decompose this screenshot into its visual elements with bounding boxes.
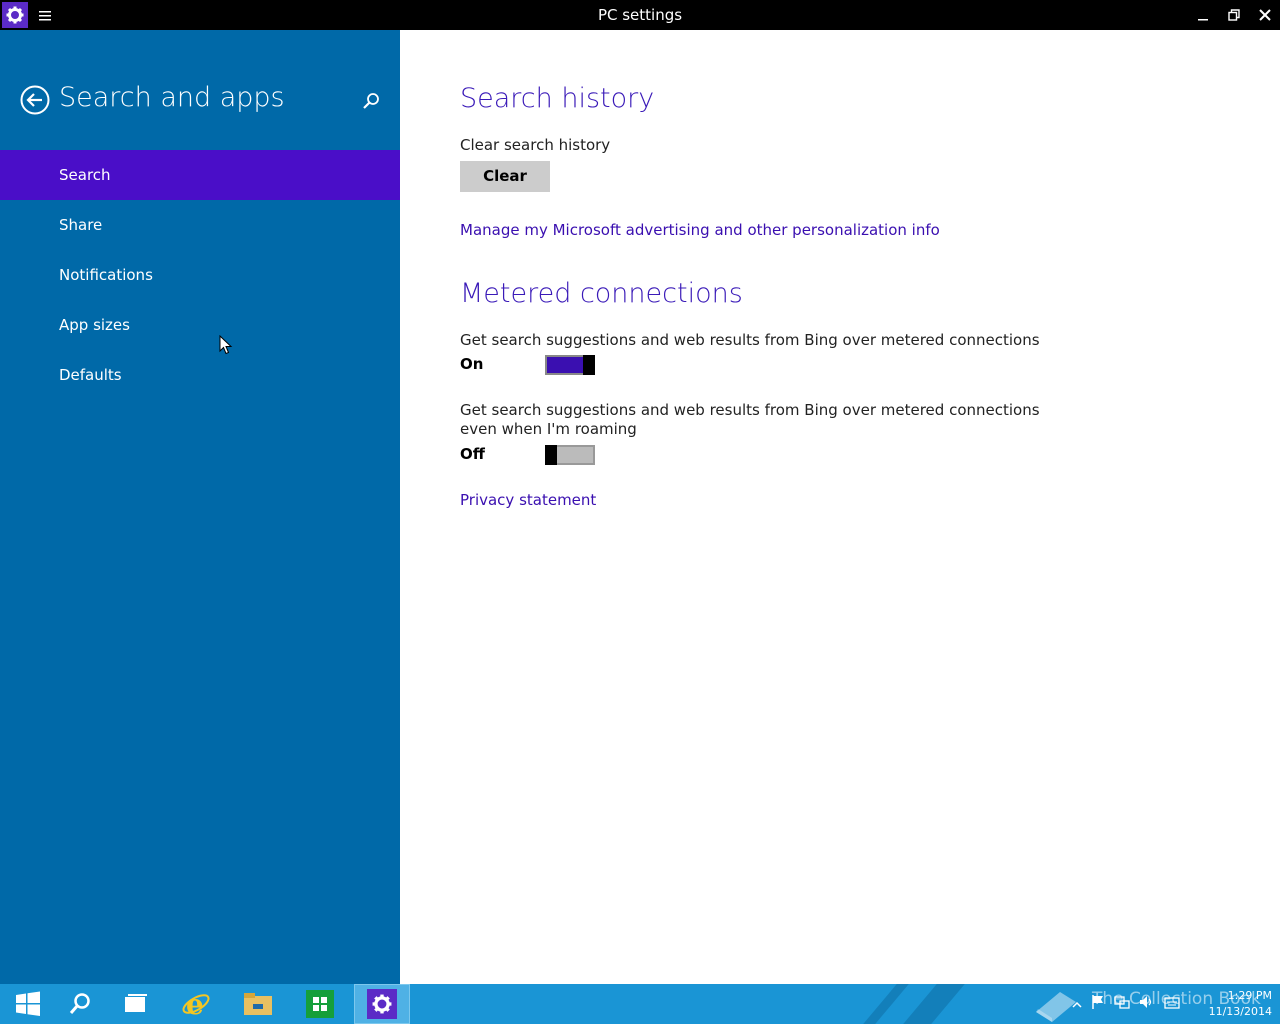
sidebar-item-label: Defaults xyxy=(59,366,122,384)
clear-history-label: Clear search history xyxy=(460,136,611,154)
internet-explorer-icon[interactable]: e xyxy=(168,984,224,1024)
task-view-icon[interactable] xyxy=(108,984,164,1024)
roaming-setting-label: Get search suggestions and web results f… xyxy=(460,401,1040,438)
sidebar-item-share[interactable]: Share xyxy=(0,200,400,250)
file-explorer-icon[interactable] xyxy=(230,984,286,1024)
main-content: Search history Clear search history Clea… xyxy=(400,30,1280,984)
mouse-cursor-icon xyxy=(219,334,233,355)
taskbar-decoration xyxy=(903,984,965,1024)
settings-icon[interactable] xyxy=(354,984,410,1024)
roaming-setting-state: Off xyxy=(460,445,485,463)
metered-toggle[interactable] xyxy=(545,355,595,375)
settings-gear-icon xyxy=(367,989,397,1019)
sidebar-item-label: App sizes xyxy=(59,316,130,334)
sidebar: Search and apps Search Share Notificatio… xyxy=(0,30,400,984)
store-icon[interactable] xyxy=(292,984,348,1024)
sidebar-item-label: Search xyxy=(59,166,111,184)
show-hidden-icons-icon[interactable] xyxy=(1072,995,1082,1014)
search-history-title: Search history xyxy=(460,83,655,114)
system-tray xyxy=(1072,984,1180,1024)
back-arrow-icon[interactable] xyxy=(20,85,50,115)
manage-advertising-link[interactable]: Manage my Microsoft advertising and othe… xyxy=(460,221,940,239)
volume-icon[interactable] xyxy=(1139,994,1155,1014)
network-icon[interactable] xyxy=(1114,994,1130,1014)
privacy-statement-link[interactable]: Privacy statement xyxy=(460,491,596,509)
taskbar: e The Collection Book 1:29 PM 11/13/2014 xyxy=(0,984,1280,1024)
metered-connections-title: Metered connections xyxy=(460,278,743,309)
clock-time: 1:29 PM xyxy=(1227,989,1272,1002)
sidebar-heading: Search and apps xyxy=(59,82,285,113)
keyboard-icon[interactable] xyxy=(1164,995,1180,1014)
metered-setting-label: Get search suggestions and web results f… xyxy=(460,331,1040,349)
taskbar-decoration xyxy=(863,984,909,1024)
start-icon[interactable] xyxy=(0,984,56,1024)
clock[interactable]: 1:29 PM 11/13/2014 xyxy=(1200,988,1272,1020)
title-bar: PC settings xyxy=(0,0,1280,30)
sidebar-item-app-sizes[interactable]: App sizes xyxy=(0,300,400,350)
search-icon[interactable] xyxy=(362,92,380,110)
clear-button[interactable]: Clear xyxy=(460,161,550,192)
sidebar-item-defaults[interactable]: Defaults xyxy=(0,350,400,400)
sidebar-item-notifications[interactable]: Notifications xyxy=(0,250,400,300)
restore-button[interactable] xyxy=(1219,0,1249,30)
sidebar-item-search[interactable]: Search xyxy=(0,150,400,200)
toggle-knob xyxy=(545,445,557,465)
toggle-knob xyxy=(583,355,595,375)
svg-text:e: e xyxy=(186,989,204,1019)
sidebar-item-label: Notifications xyxy=(59,266,153,284)
search-icon[interactable] xyxy=(52,984,108,1024)
action-center-flag-icon[interactable] xyxy=(1091,994,1105,1014)
roaming-toggle[interactable] xyxy=(545,445,595,465)
clock-date: 11/13/2014 xyxy=(1208,1005,1272,1018)
window-title: PC settings xyxy=(597,6,683,24)
sidebar-nav: Search Share Notifications App sizes Def… xyxy=(0,150,400,400)
sidebar-item-label: Share xyxy=(59,216,103,234)
metered-setting-state: On xyxy=(460,355,484,373)
minimize-button[interactable] xyxy=(1188,0,1218,30)
close-button[interactable] xyxy=(1250,0,1280,30)
